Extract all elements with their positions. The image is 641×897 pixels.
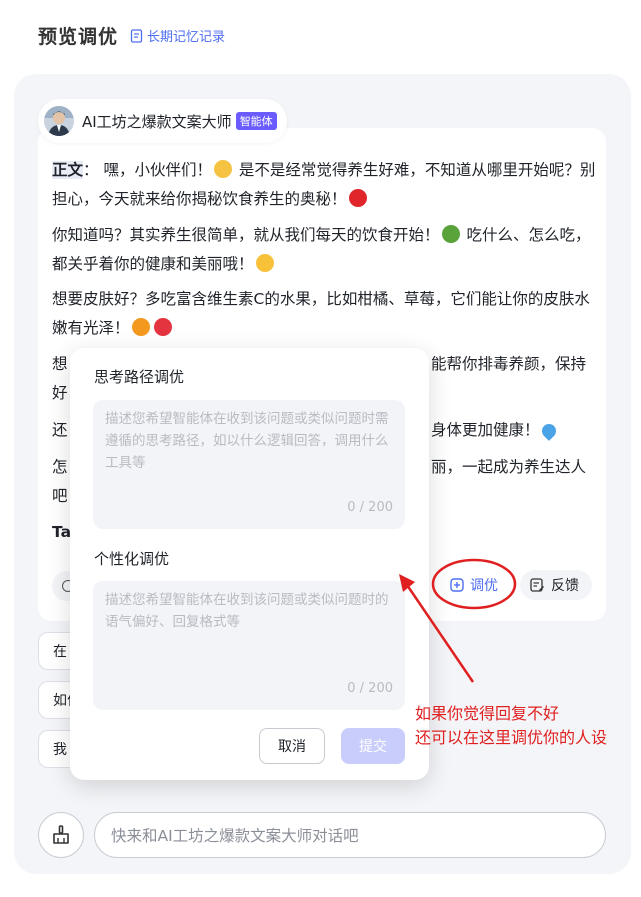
heart-eyes-icon xyxy=(255,254,274,272)
message-paragraph-1: 正文： 嘿，小伙伴们！ 是不是经常觉得养生好难，不知道从哪里开始呢？别担心，今天… xyxy=(52,160,596,208)
message-fragment: 丽，一起成为养生达人 xyxy=(431,458,587,476)
feedback-button[interactable]: 反馈 xyxy=(520,570,592,600)
waving-hand-icon xyxy=(213,160,232,178)
agent-badge: 智能体 xyxy=(235,112,277,130)
avatar xyxy=(44,106,74,136)
char-count: 0 / 200 xyxy=(347,681,393,696)
char-count: 0 / 200 xyxy=(347,500,393,515)
apple-icon xyxy=(348,189,367,207)
chat-input[interactable]: 快来和AI工坊之爆款文案大师对话吧 xyxy=(94,812,606,858)
message-fragment: 能帮你排毒养颜，保持 xyxy=(431,355,587,373)
annotation-text: 如果你觉得回复不好 还可以在这里调优你的人设 xyxy=(415,704,608,747)
broom-icon xyxy=(53,825,69,844)
document-icon xyxy=(130,28,143,43)
personalization-title: 个性化调优 xyxy=(94,550,170,568)
message-paragraph-3: 想要皮肤好？多吃富含维生素C的水果，比如柑橘、草莓，它们能让你的皮肤水嫩有光泽！ xyxy=(52,290,590,337)
feedback-label: 反馈 xyxy=(551,578,579,594)
droplet-icon xyxy=(538,421,559,441)
message-fragment: 身体更加健康！ xyxy=(431,416,601,445)
agent-header: AI工坊之爆款文案大师 智能体 xyxy=(38,99,287,143)
thinking-path-title: 思考路径调优 xyxy=(94,368,185,386)
chat-input-placeholder: 快来和AI工坊之爆款文案大师对话吧 xyxy=(111,827,359,845)
page-title: 预览调优 xyxy=(38,26,119,48)
memory-link[interactable]: 长期记忆记录 xyxy=(130,26,225,45)
feedback-icon xyxy=(530,577,544,592)
salad-icon xyxy=(441,225,460,243)
strawberry-icon xyxy=(153,318,172,336)
page-header: 预览调优 长期记忆记录 xyxy=(38,22,225,49)
memory-link-label: 长期记忆记录 xyxy=(147,30,226,45)
agent-name: AI工坊之爆款文案大师 xyxy=(82,112,232,131)
annotation-arrow xyxy=(399,574,475,683)
thinking-path-textarea[interactable]: 描述您希望智能体在收到该问题或类似问题时需遵循的思考路径，如以什么逻辑回答，调用… xyxy=(93,400,405,529)
submit-button[interactable]: 提交 xyxy=(341,728,405,764)
personalization-textarea[interactable]: 描述您希望智能体在收到该问题或类似问题时的语气偏好、回复格式等 0 / 200 xyxy=(93,581,405,710)
message-paragraph-2: 你知道吗？其实养生很简单，就从我们每天的饮食开始！ 吃什么、怎么吃，都关乎着你的… xyxy=(52,225,591,273)
tuning-popup: 思考路径调优 描述您希望智能体在收到该问题或类似问题时需遵循的思考路径，如以什么… xyxy=(70,348,429,780)
tools-button[interactable] xyxy=(38,812,84,858)
body-label: 正文 xyxy=(52,161,84,179)
tangerine-icon xyxy=(131,318,150,336)
cancel-button[interactable]: 取消 xyxy=(259,728,325,764)
